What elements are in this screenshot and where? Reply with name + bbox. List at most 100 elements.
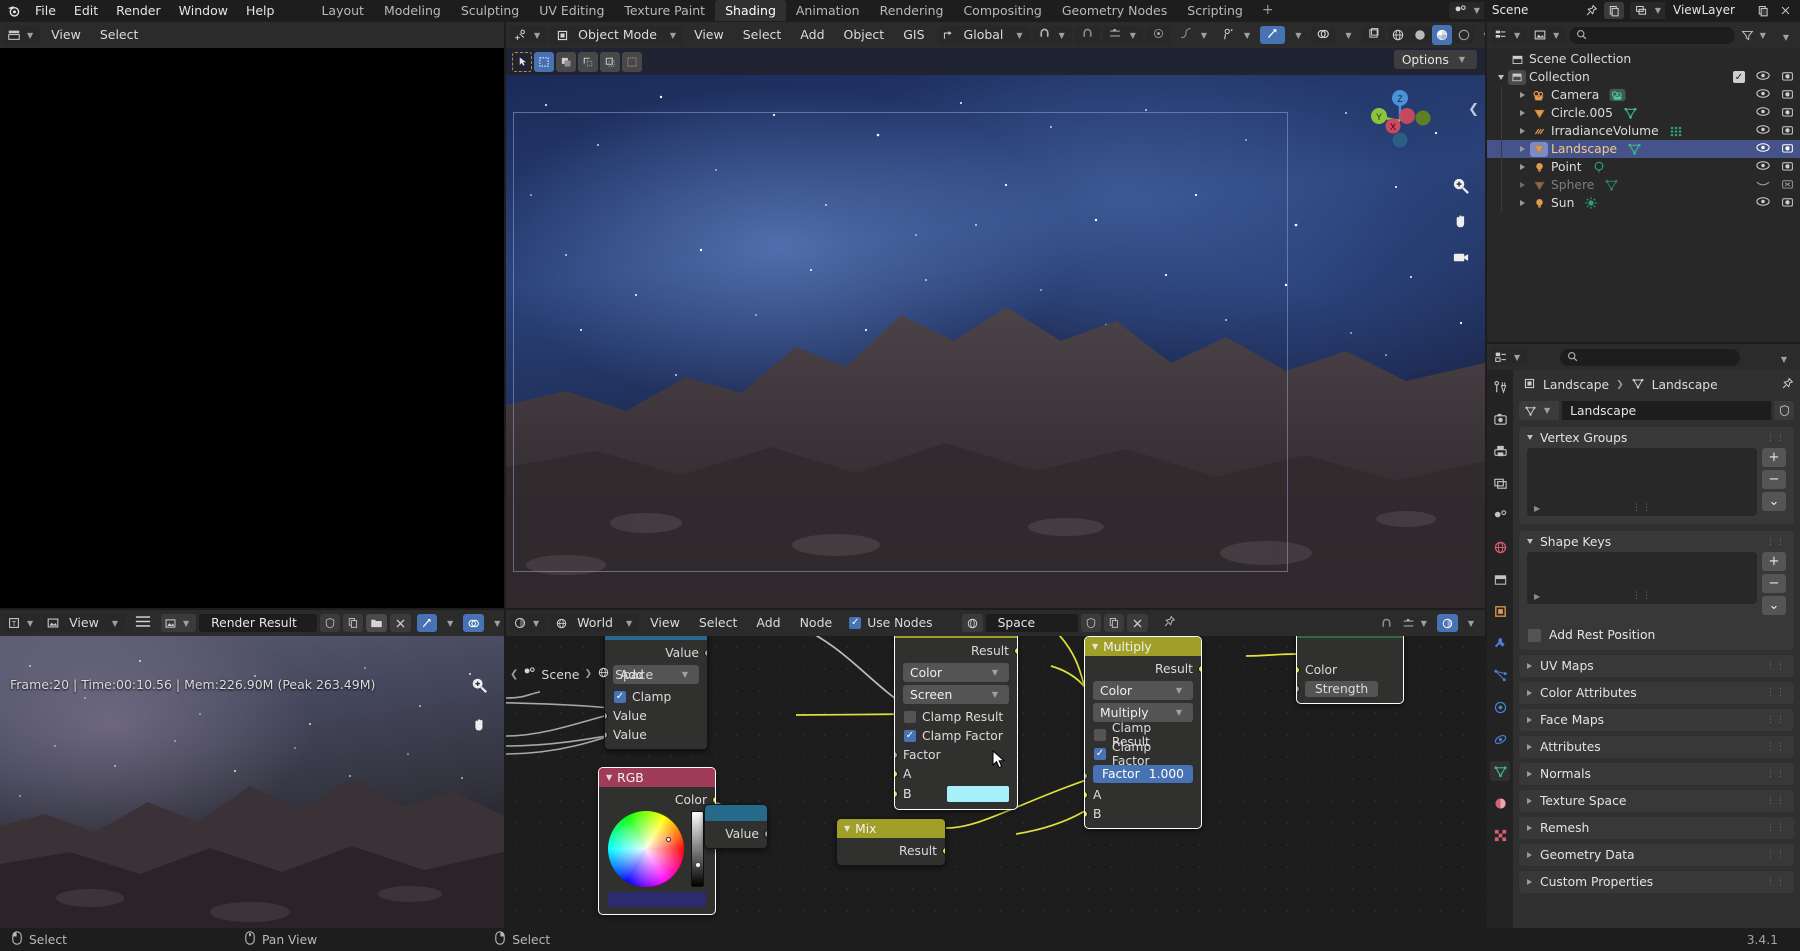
image-gizmo-options[interactable]: ▼ [440, 614, 460, 632]
drag-grip-icon[interactable]: ⋮⋮ [1766, 537, 1786, 547]
socket[interactable] [1085, 772, 1088, 780]
overlays-toggle[interactable] [1311, 26, 1336, 44]
expand-icon[interactable]: ▶ [1534, 592, 1540, 601]
node-canvas[interactable]: ❮ Scene ❯ Space Value Add ▼ ✓ Clamp Valu… [506, 636, 1485, 928]
panel-custom-properties[interactable]: Custom Properties ⋮⋮ [1519, 871, 1794, 893]
tab-tool[interactable] [1490, 377, 1510, 397]
mesh-data-icon[interactable] [1604, 178, 1619, 192]
drag-grip-icon[interactable]: ⋮⋮ [1766, 688, 1786, 698]
shader-editor-type-selector[interactable]: ▼ [510, 614, 547, 632]
node-overlays-toggle[interactable] [1436, 614, 1458, 632]
overlays-options[interactable]: ▼ [1338, 26, 1358, 44]
shading-solid-icon[interactable] [1410, 25, 1430, 45]
tool-cursor-button[interactable] [512, 51, 532, 72]
image-gizmo-toggle[interactable] [417, 614, 438, 632]
node-menu-view[interactable]: View [642, 610, 688, 636]
value-slider[interactable] [691, 811, 704, 887]
node-header[interactable]: ▼ Mix [837, 819, 945, 838]
interaction-mode-selector[interactable]: Object Mode ▼ [550, 26, 684, 44]
checkbox[interactable]: ✓ [1094, 747, 1106, 760]
shield-icon[interactable] [1774, 401, 1794, 420]
color-wheel[interactable] [608, 811, 684, 887]
tab-scene[interactable] [1490, 505, 1510, 525]
outliner-row-circle005[interactable]: Circle.005 [1487, 104, 1800, 122]
add-rest-position-row[interactable]: Add Rest Position [1519, 623, 1794, 650]
eye-icon[interactable] [1756, 160, 1770, 174]
drag-grip-icon[interactable]: ⋮⋮ [1766, 715, 1786, 725]
tab-object-data[interactable] [1490, 761, 1510, 781]
left-menu-select[interactable]: Select [92, 22, 147, 48]
shading-mode-group[interactable] [1387, 25, 1474, 45]
grid-data-icon[interactable] [1669, 125, 1683, 138]
socket[interactable] [895, 790, 898, 798]
tab-texture[interactable] [1490, 825, 1510, 845]
panel-header[interactable]: Vertex Groups ⋮⋮ [1519, 427, 1794, 448]
collapse-icon[interactable]: ▼ [1092, 642, 1098, 651]
eye-icon[interactable] [1756, 142, 1770, 156]
x-icon[interactable] [390, 614, 412, 632]
snap-selector[interactable]: ▼ [1032, 26, 1072, 44]
tab-render[interactable] [1490, 409, 1510, 429]
socket[interactable] [1085, 791, 1088, 799]
drag-grip-icon[interactable]: ⋮⋮ [1766, 433, 1786, 443]
data-type-dropdown[interactable]: Color ▼ [1093, 681, 1193, 700]
drag-grip-icon[interactable]: ⋮⋮ [1766, 823, 1786, 833]
outliner-more-icon[interactable]: ▼ [1776, 28, 1796, 43]
node-output-value[interactable]: Value [705, 824, 767, 843]
outliner-row-irradiancevolume[interactable]: IrradianceVolume [1487, 122, 1800, 140]
image-overlays-options[interactable]: ▼ [487, 614, 504, 632]
viewport-menu-object[interactable]: Object [836, 22, 893, 48]
disclosure-icon[interactable] [1515, 145, 1530, 154]
node-value[interactable]: Value [704, 804, 768, 849]
add-vertex-group-button[interactable]: + [1762, 448, 1786, 467]
pin-icon[interactable] [1781, 377, 1794, 393]
eye-icon[interactable] [1756, 88, 1770, 102]
world-name-field[interactable]: Space [985, 614, 1078, 632]
folder-icon[interactable] [366, 614, 388, 632]
visibility-selector[interactable]: ▼ [1217, 26, 1257, 44]
camera-render-icon[interactable] [1781, 88, 1794, 103]
pin-icon[interactable] [1160, 615, 1179, 631]
select-subtract-button[interactable] [600, 51, 620, 72]
clamp-result-row[interactable]: Clamp Result [895, 707, 1017, 726]
node-input-a[interactable]: A [1085, 785, 1201, 804]
breadcrumb-data-label[interactable]: Landscape [1652, 378, 1718, 392]
shader-type-selector[interactable]: World ▼ [549, 614, 640, 632]
viewlayer-name-field[interactable]: ViewLayer [1665, 2, 1751, 19]
clamp-checkbox-row[interactable]: ✓ Clamp [605, 687, 707, 706]
vertex-group-specials-button[interactable]: ⌄ [1762, 492, 1786, 511]
pin-icon[interactable] [1582, 2, 1602, 19]
left-menu-view[interactable]: View [43, 22, 89, 48]
transform-orientation-selector[interactable]: Global ▼ [938, 26, 1030, 44]
outliner-row-camera[interactable]: Camera [1487, 86, 1800, 104]
remove-vertex-group-button[interactable]: − [1762, 470, 1786, 489]
socket[interactable] [712, 796, 715, 804]
scene-selector[interactable]: ▼ Scene [1448, 2, 1580, 19]
zoom-icon[interactable] [468, 674, 490, 696]
socket[interactable] [1297, 685, 1300, 693]
panel-geometry-data[interactable]: Geometry Data ⋮⋮ [1519, 844, 1794, 866]
tab-material[interactable] [1490, 793, 1510, 813]
image-overlays-toggle[interactable] [463, 614, 485, 632]
workspace-tab-animation[interactable]: Animation [786, 0, 870, 21]
node-snap-toggle[interactable] [1377, 614, 1396, 632]
outliner-row-landscape[interactable]: Landscape [1487, 140, 1800, 158]
tab-particles[interactable] [1490, 665, 1510, 685]
socket-label[interactable]: Strength [1305, 680, 1379, 697]
pan-icon[interactable] [1449, 210, 1471, 232]
disclosure-icon[interactable] [1515, 127, 1530, 136]
node-output-value[interactable]: Value [605, 643, 707, 662]
tab-view-layer[interactable] [1490, 473, 1510, 493]
zoom-icon[interactable] [1449, 174, 1471, 196]
socket[interactable] [1085, 810, 1088, 818]
camera-render-icon[interactable] [1781, 70, 1794, 85]
outliner-filter-icon[interactable]: ▼ [1738, 29, 1773, 42]
viewport-editor-type-selector[interactable]: ▼ [510, 26, 548, 44]
blend-mode-dropdown[interactable]: Multiply ▼ [1093, 703, 1193, 722]
socket[interactable] [1198, 665, 1201, 673]
remove-shape-key-button[interactable]: − [1762, 574, 1786, 593]
pan-icon[interactable] [468, 714, 490, 736]
image-datablock-selector[interactable]: ▼ [160, 614, 197, 632]
panel-face-maps[interactable]: Face Maps ⋮⋮ [1519, 709, 1794, 731]
tab-physics[interactable] [1490, 697, 1510, 717]
